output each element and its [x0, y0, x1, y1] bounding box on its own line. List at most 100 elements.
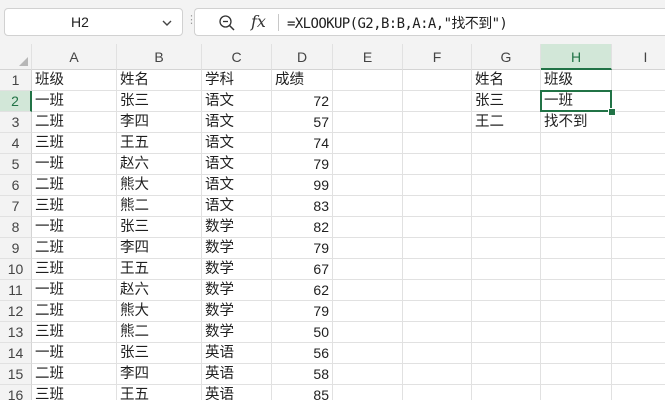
cell-e16[interactable] [333, 385, 403, 400]
cell-b16[interactable]: 王五 [117, 385, 202, 400]
cell-g4[interactable] [472, 133, 541, 154]
cell-e9[interactable] [333, 238, 403, 259]
cell-i1[interactable] [612, 70, 665, 91]
cell-i5[interactable] [612, 154, 665, 175]
column-header-g[interactable]: G [472, 44, 541, 70]
cell-e8[interactable] [333, 217, 403, 238]
cell-b11[interactable]: 赵六 [117, 280, 202, 301]
cell-d16[interactable]: 85 [272, 385, 333, 400]
cell-f1[interactable] [403, 70, 472, 91]
cell-e15[interactable] [333, 364, 403, 385]
cell-b6[interactable]: 熊大 [117, 175, 202, 196]
cell-e13[interactable] [333, 322, 403, 343]
cell-e10[interactable] [333, 259, 403, 280]
cell-g11[interactable] [472, 280, 541, 301]
cell-c9[interactable]: 数学 [202, 238, 272, 259]
cell-i10[interactable] [612, 259, 665, 280]
cell-e11[interactable] [333, 280, 403, 301]
cell-g6[interactable] [472, 175, 541, 196]
cell-i9[interactable] [612, 238, 665, 259]
cell-f5[interactable] [403, 154, 472, 175]
cell-f16[interactable] [403, 385, 472, 400]
cell-h1[interactable]: 班级 [541, 70, 612, 91]
cell-f13[interactable] [403, 322, 472, 343]
cell-g12[interactable] [472, 301, 541, 322]
row-header-10[interactable]: 10 [0, 259, 32, 280]
cell-g2[interactable]: 张三 [472, 91, 541, 112]
cell-f8[interactable] [403, 217, 472, 238]
zoom-icon[interactable] [217, 13, 237, 37]
cell-e3[interactable] [333, 112, 403, 133]
cell-d15[interactable]: 58 [272, 364, 333, 385]
cell-a12[interactable]: 二班 [32, 301, 117, 322]
cell-a8[interactable]: 一班 [32, 217, 117, 238]
cell-b12[interactable]: 熊大 [117, 301, 202, 322]
cell-c12[interactable]: 数学 [202, 301, 272, 322]
cell-i12[interactable] [612, 301, 665, 322]
cell-f12[interactable] [403, 301, 472, 322]
cell-h7[interactable] [541, 196, 612, 217]
cell-c15[interactable]: 英语 [202, 364, 272, 385]
cell-g14[interactable] [472, 343, 541, 364]
cell-b9[interactable]: 李四 [117, 238, 202, 259]
row-header-9[interactable]: 9 [0, 238, 32, 259]
cell-g13[interactable] [472, 322, 541, 343]
cell-c11[interactable]: 数学 [202, 280, 272, 301]
row-header-4[interactable]: 4 [0, 133, 32, 154]
cell-e2[interactable] [333, 91, 403, 112]
cell-e4[interactable] [333, 133, 403, 154]
cell-i15[interactable] [612, 364, 665, 385]
cell-d2[interactable]: 72 [272, 91, 333, 112]
cell-c14[interactable]: 英语 [202, 343, 272, 364]
column-header-f[interactable]: F [403, 44, 472, 70]
chevron-down-icon[interactable] [161, 13, 173, 36]
cell-f11[interactable] [403, 280, 472, 301]
cell-b4[interactable]: 王五 [117, 133, 202, 154]
cell-h9[interactable] [541, 238, 612, 259]
cell-g15[interactable] [472, 364, 541, 385]
insert-function-icon[interactable]: fx [251, 12, 266, 31]
cell-h8[interactable] [541, 217, 612, 238]
cell-h13[interactable] [541, 322, 612, 343]
cell-a6[interactable]: 二班 [32, 175, 117, 196]
cell-i6[interactable] [612, 175, 665, 196]
column-header-c[interactable]: C [202, 44, 272, 70]
cell-d5[interactable]: 79 [272, 154, 333, 175]
cell-b5[interactable]: 赵六 [117, 154, 202, 175]
cell-b1[interactable]: 姓名 [117, 70, 202, 91]
cell-f10[interactable] [403, 259, 472, 280]
cell-d14[interactable]: 56 [272, 343, 333, 364]
cell-c13[interactable]: 数学 [202, 322, 272, 343]
row-header-14[interactable]: 14 [0, 343, 32, 364]
cell-c8[interactable]: 数学 [202, 217, 272, 238]
cell-a11[interactable]: 一班 [32, 280, 117, 301]
row-header-6[interactable]: 6 [0, 175, 32, 196]
cell-g9[interactable] [472, 238, 541, 259]
cell-i8[interactable] [612, 217, 665, 238]
cell-a7[interactable]: 三班 [32, 196, 117, 217]
cell-c7[interactable]: 语文 [202, 196, 272, 217]
cell-d7[interactable]: 83 [272, 196, 333, 217]
cell-i16[interactable] [612, 385, 665, 400]
cell-f15[interactable] [403, 364, 472, 385]
cell-f4[interactable] [403, 133, 472, 154]
row-header-11[interactable]: 11 [0, 280, 32, 301]
cell-g16[interactable] [472, 385, 541, 400]
cell-g1[interactable]: 姓名 [472, 70, 541, 91]
cell-a1[interactable]: 班级 [32, 70, 117, 91]
cell-h3[interactable]: 找不到 [541, 112, 612, 133]
cell-c10[interactable]: 数学 [202, 259, 272, 280]
cell-g10[interactable] [472, 259, 541, 280]
cell-e1[interactable] [333, 70, 403, 91]
cell-h16[interactable] [541, 385, 612, 400]
cell-e14[interactable] [333, 343, 403, 364]
cell-c2[interactable]: 语文 [202, 91, 272, 112]
cell-f14[interactable] [403, 343, 472, 364]
cell-c4[interactable]: 语文 [202, 133, 272, 154]
cell-a15[interactable]: 二班 [32, 364, 117, 385]
formula-input-area[interactable]: fx =XLOOKUP(G2,B:B,A:A,"找不到") [194, 8, 665, 36]
column-header-b[interactable]: B [117, 44, 202, 70]
cell-f9[interactable] [403, 238, 472, 259]
cell-g3[interactable]: 王二 [472, 112, 541, 133]
column-header-h[interactable]: H [541, 44, 612, 70]
